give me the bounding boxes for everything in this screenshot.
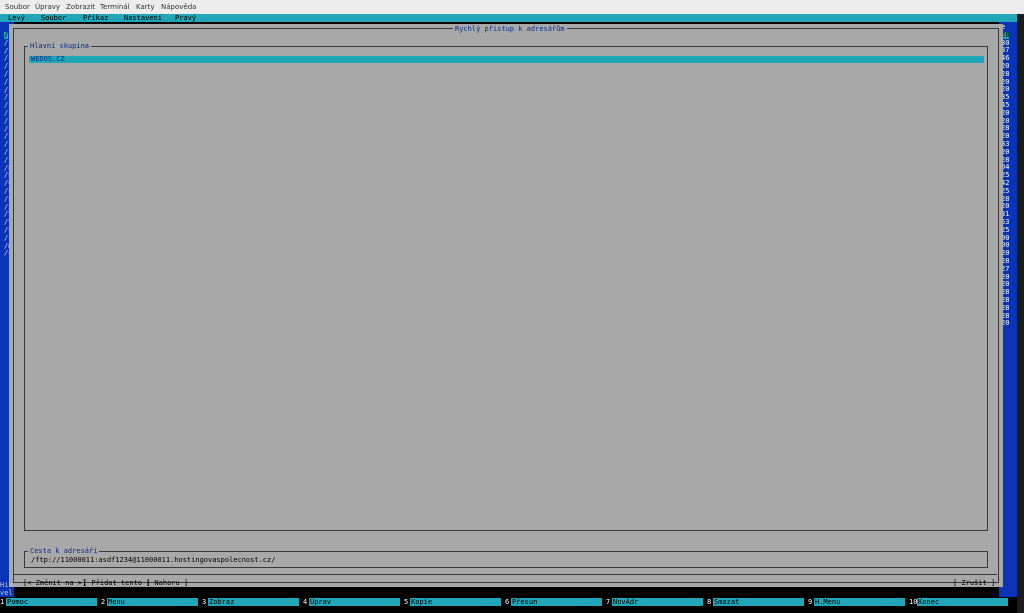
fkey-label: Smazat	[713, 598, 804, 606]
terminal-area: Levý Soubor Příkaz Nastavení Pravý / / / / /…	[0, 14, 1024, 613]
window-menu-zobrazit[interactable]: Zobrazit	[66, 3, 95, 11]
path-value: /ftp://11000011:asdf1234@11000011.hostin…	[31, 556, 276, 564]
hint-line: Hin	[0, 581, 13, 589]
fkey-label: Konec	[917, 598, 1008, 606]
fkey-1[interactable]: 1 Pomoc	[0, 598, 101, 606]
fkey-label: H.Menu	[814, 598, 905, 606]
fkey-4[interactable]: 4 Uprav	[303, 598, 404, 606]
dialog-title: Rychlý přístup k adresářům	[453, 25, 567, 33]
left-panel-row[interactable]: /	[4, 78, 8, 86]
fkey-9[interactable]: 9 H.Menu	[808, 598, 909, 606]
mc-menubar: Levý Soubor Příkaz Nastavení Pravý	[0, 14, 1017, 22]
new-group-button[interactable]: [ Nová skupina ]	[23, 587, 90, 595]
fkey-label: Uprav	[309, 598, 400, 606]
left-panel-row[interactable]: /	[4, 110, 8, 117]
up-button[interactable]: [ Nahoru ]	[146, 579, 188, 587]
button-separator	[13, 574, 997, 575]
command-line[interactable]: vel	[0, 589, 14, 597]
window-menu-upravy[interactable]: Úpravy	[35, 3, 60, 11]
left-panel-row[interactable]: /	[4, 32, 9, 39]
function-key-bar: 1 Pomoc 2 Menu 3 Zobraz 4 Uprav 5 Kopie 6 Přesun 7 No…	[0, 598, 1017, 606]
window-menu-karty[interactable]: Karty	[136, 3, 155, 11]
mc-menu-nastaveni[interactable]: Nastavení	[124, 14, 162, 22]
fkey-label: Menu	[107, 598, 198, 606]
fkey-5[interactable]: 5 Kopie	[404, 598, 505, 606]
left-panel-row[interactable]: /	[4, 149, 8, 156]
move-button[interactable]: [ Přesun ]	[191, 587, 233, 595]
window-menu-terminal[interactable]: Terminál	[100, 3, 130, 11]
fkey-label: NovAdr	[612, 598, 703, 606]
left-panel-row[interactable]: /	[4, 71, 8, 78]
fkey-3[interactable]: 3 Zobraz	[202, 598, 303, 606]
fkey-number: 10	[909, 598, 918, 606]
fkey-2[interactable]: 2 Menu	[101, 598, 202, 606]
fkey-label: Kopie	[410, 598, 501, 606]
fkey-label: Zobraz	[208, 598, 299, 606]
hotlist-group-label: Hlavní skupina	[28, 42, 92, 50]
mc-menu-soubor[interactable]: Soubor	[41, 14, 66, 22]
fkey-6[interactable]: 6 Přesun	[505, 598, 606, 606]
fkey-7[interactable]: 7 NovAdr	[606, 598, 707, 606]
left-panel-row[interactable]: /	[4, 117, 8, 125]
fkey-10[interactable]: 10 Konec	[909, 598, 1010, 606]
add-current-button[interactable]: [ Přidat tento ]	[83, 579, 150, 587]
hotlist-dialog: Rychlý přístup k adresářům Hlavní skupin…	[9, 24, 1003, 595]
window-menu-soubor[interactable]: Soubor	[5, 3, 30, 11]
hotlist-entry-selected[interactable]: WEDOS.CZ	[29, 56, 984, 63]
mc-menu-levy[interactable]: Levý	[8, 14, 25, 22]
terminal-scrollbar[interactable]	[1017, 14, 1024, 613]
left-panel-row[interactable]: /	[4, 156, 8, 164]
hotlist-group-frame	[24, 46, 988, 531]
mc-menu-prikaz[interactable]: Příkaz	[83, 14, 108, 22]
window-menubar: Soubor Úpravy Zobrazit Terminál Karty Ná…	[0, 0, 1024, 15]
path-label: Cesta k adresáři	[28, 547, 100, 555]
fkey-8[interactable]: 8 Smazat	[707, 598, 808, 606]
mc-menu-pravy[interactable]: Pravý	[175, 14, 196, 22]
cancel-button[interactable]: [ Zrušit ]	[953, 579, 995, 587]
left-panel-row[interactable]: /	[4, 39, 8, 47]
fkey-label: Přesun	[511, 598, 602, 606]
fkey-label: Pomoc	[6, 598, 97, 606]
window-menu-napoveda[interactable]: Nápověda	[161, 3, 196, 11]
change-to-button[interactable]: [< Změnit na >]	[23, 579, 86, 587]
new-entry-button[interactable]: [ Nová položka ]	[87, 587, 154, 595]
delete-button[interactable]: [ Smazat ]	[150, 587, 192, 595]
